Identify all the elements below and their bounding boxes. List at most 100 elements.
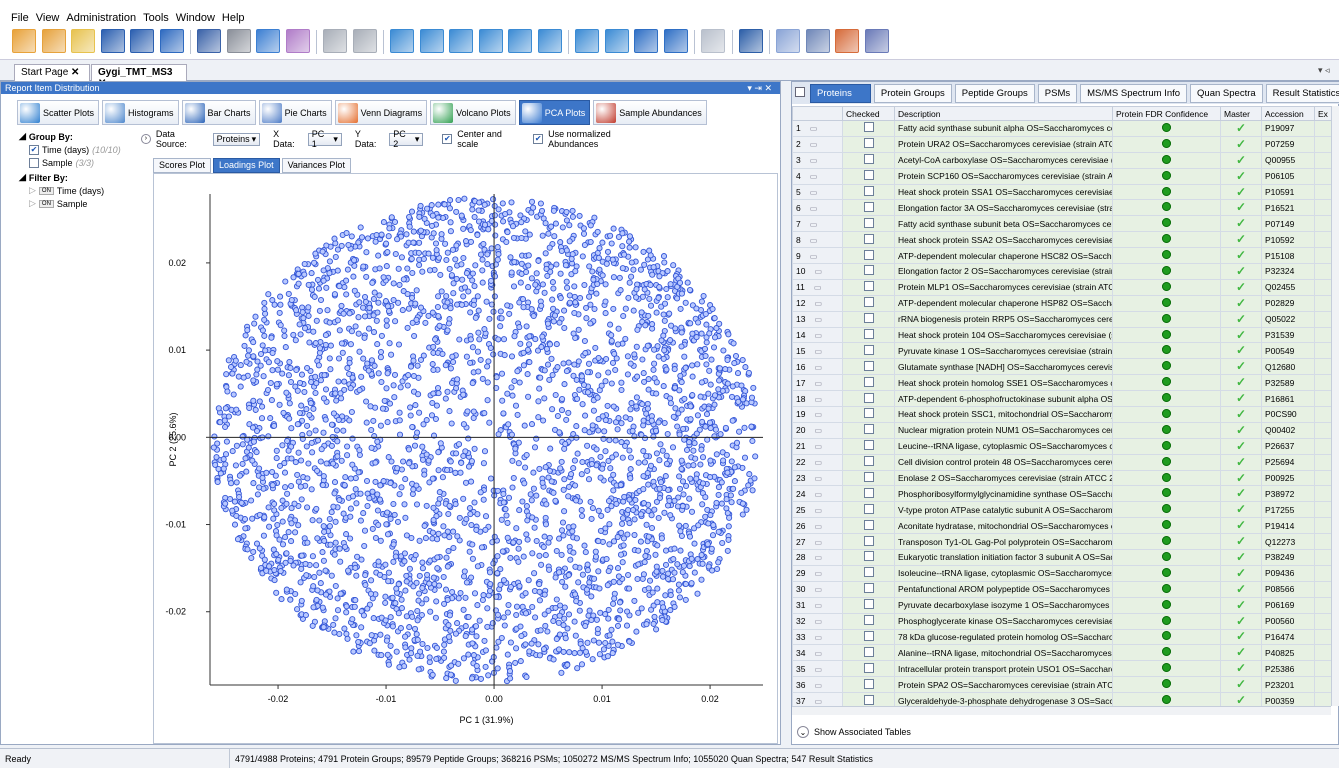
data-point[interactable] bbox=[651, 346, 658, 353]
data-point[interactable] bbox=[544, 628, 551, 635]
data-point[interactable] bbox=[481, 410, 488, 417]
data-point[interactable] bbox=[242, 455, 249, 462]
data-point[interactable] bbox=[645, 386, 652, 393]
data-point[interactable] bbox=[580, 230, 588, 237]
data-point[interactable] bbox=[523, 673, 530, 681]
data-point[interactable] bbox=[468, 521, 475, 529]
data-point[interactable] bbox=[560, 622, 567, 629]
data-point[interactable] bbox=[638, 431, 645, 438]
data-point[interactable] bbox=[430, 366, 437, 374]
data-point[interactable] bbox=[626, 244, 633, 251]
data-point[interactable] bbox=[463, 516, 470, 523]
data-point[interactable] bbox=[662, 547, 670, 554]
data-point[interactable] bbox=[500, 218, 507, 225]
data-point[interactable] bbox=[731, 360, 738, 367]
data-point[interactable] bbox=[536, 385, 543, 392]
data-point[interactable] bbox=[403, 231, 410, 238]
data-point[interactable] bbox=[500, 490, 507, 498]
data-point[interactable] bbox=[231, 498, 238, 505]
data-point[interactable] bbox=[388, 214, 395, 221]
row-checkbox[interactable] bbox=[863, 154, 874, 165]
data-point[interactable] bbox=[703, 321, 710, 328]
data-point[interactable] bbox=[595, 416, 602, 423]
checked-cell[interactable] bbox=[842, 692, 895, 706]
data-point[interactable] bbox=[392, 600, 399, 607]
data-point[interactable] bbox=[494, 487, 501, 494]
data-point[interactable] bbox=[483, 298, 490, 305]
data-point[interactable] bbox=[590, 276, 597, 283]
data-point[interactable] bbox=[646, 247, 653, 254]
checked-cell[interactable] bbox=[842, 612, 895, 630]
data-point[interactable] bbox=[334, 595, 341, 602]
expand-row-icon[interactable]: ▭ bbox=[814, 267, 822, 276]
data-point[interactable] bbox=[394, 518, 402, 525]
data-point[interactable] bbox=[654, 585, 661, 592]
data-point[interactable] bbox=[382, 599, 389, 606]
data-point[interactable] bbox=[612, 366, 619, 374]
data-point[interactable] bbox=[604, 402, 611, 409]
data-point[interactable] bbox=[562, 583, 569, 590]
data-point[interactable] bbox=[475, 329, 482, 336]
data-point[interactable] bbox=[542, 521, 550, 528]
data-point[interactable] bbox=[410, 357, 417, 364]
data-point[interactable] bbox=[610, 578, 617, 585]
data-point[interactable] bbox=[506, 310, 513, 317]
checked-cell[interactable] bbox=[842, 501, 895, 519]
data-point[interactable] bbox=[507, 254, 514, 261]
data-point[interactable] bbox=[504, 534, 511, 541]
data-point[interactable] bbox=[453, 385, 460, 392]
data-point[interactable] bbox=[420, 255, 427, 263]
data-point[interactable] bbox=[305, 312, 312, 319]
tab-loadings-plot[interactable]: Loadings Plot bbox=[213, 158, 280, 173]
data-point[interactable] bbox=[557, 270, 564, 277]
data-point[interactable] bbox=[541, 395, 548, 402]
data-point[interactable] bbox=[404, 324, 411, 331]
data-point[interactable] bbox=[476, 617, 483, 624]
data-point[interactable] bbox=[632, 244, 639, 251]
data-point[interactable] bbox=[702, 423, 709, 430]
data-point[interactable] bbox=[376, 571, 384, 578]
data-point[interactable] bbox=[510, 474, 517, 482]
data-point[interactable] bbox=[430, 574, 437, 581]
table-row[interactable]: 14 ▭ Heat shock protein 104 OS=Saccharomyc… bbox=[792, 326, 1332, 344]
data-point[interactable] bbox=[338, 302, 345, 309]
table-row[interactable]: 9 ▭ ATP-dependent molecular chaperone HSC8… bbox=[792, 247, 1332, 265]
data-point[interactable] bbox=[414, 636, 421, 643]
data-point[interactable] bbox=[452, 677, 459, 684]
checked-cell[interactable] bbox=[842, 215, 895, 233]
data-point[interactable] bbox=[328, 572, 335, 579]
data-point[interactable] bbox=[688, 555, 695, 562]
data-point[interactable] bbox=[592, 553, 600, 560]
data-point[interactable] bbox=[707, 457, 714, 464]
checked-cell[interactable] bbox=[842, 342, 895, 360]
row-checkbox[interactable] bbox=[863, 360, 874, 371]
data-point[interactable] bbox=[344, 452, 351, 459]
data-point[interactable] bbox=[322, 416, 329, 423]
data-point[interactable] bbox=[270, 515, 277, 522]
data-point[interactable] bbox=[310, 583, 317, 590]
data-point[interactable] bbox=[750, 384, 757, 391]
panel-controls-icon[interactable]: ▾ ⇥ ✕ bbox=[747, 82, 772, 94]
data-point[interactable] bbox=[608, 332, 615, 339]
data-point[interactable] bbox=[384, 419, 391, 426]
data-point[interactable] bbox=[336, 327, 343, 334]
data-point[interactable] bbox=[349, 374, 356, 381]
data-point[interactable] bbox=[724, 547, 731, 554]
checked-cell[interactable] bbox=[842, 421, 895, 439]
data-point[interactable] bbox=[553, 596, 560, 603]
data-point[interactable] bbox=[267, 379, 274, 387]
data-point[interactable] bbox=[472, 262, 479, 269]
data-point[interactable] bbox=[410, 239, 417, 246]
data-point[interactable] bbox=[649, 321, 656, 328]
data-point[interactable] bbox=[698, 298, 705, 305]
data-point[interactable] bbox=[363, 249, 370, 256]
data-point[interactable] bbox=[333, 397, 340, 404]
row-checkbox[interactable] bbox=[863, 678, 874, 689]
data-point[interactable] bbox=[342, 543, 349, 550]
data-point[interactable] bbox=[563, 416, 570, 423]
data-point[interactable] bbox=[360, 304, 367, 311]
data-point[interactable] bbox=[536, 581, 543, 588]
data-point[interactable] bbox=[308, 378, 315, 386]
data-point[interactable] bbox=[344, 266, 351, 273]
data-point[interactable] bbox=[267, 415, 274, 422]
